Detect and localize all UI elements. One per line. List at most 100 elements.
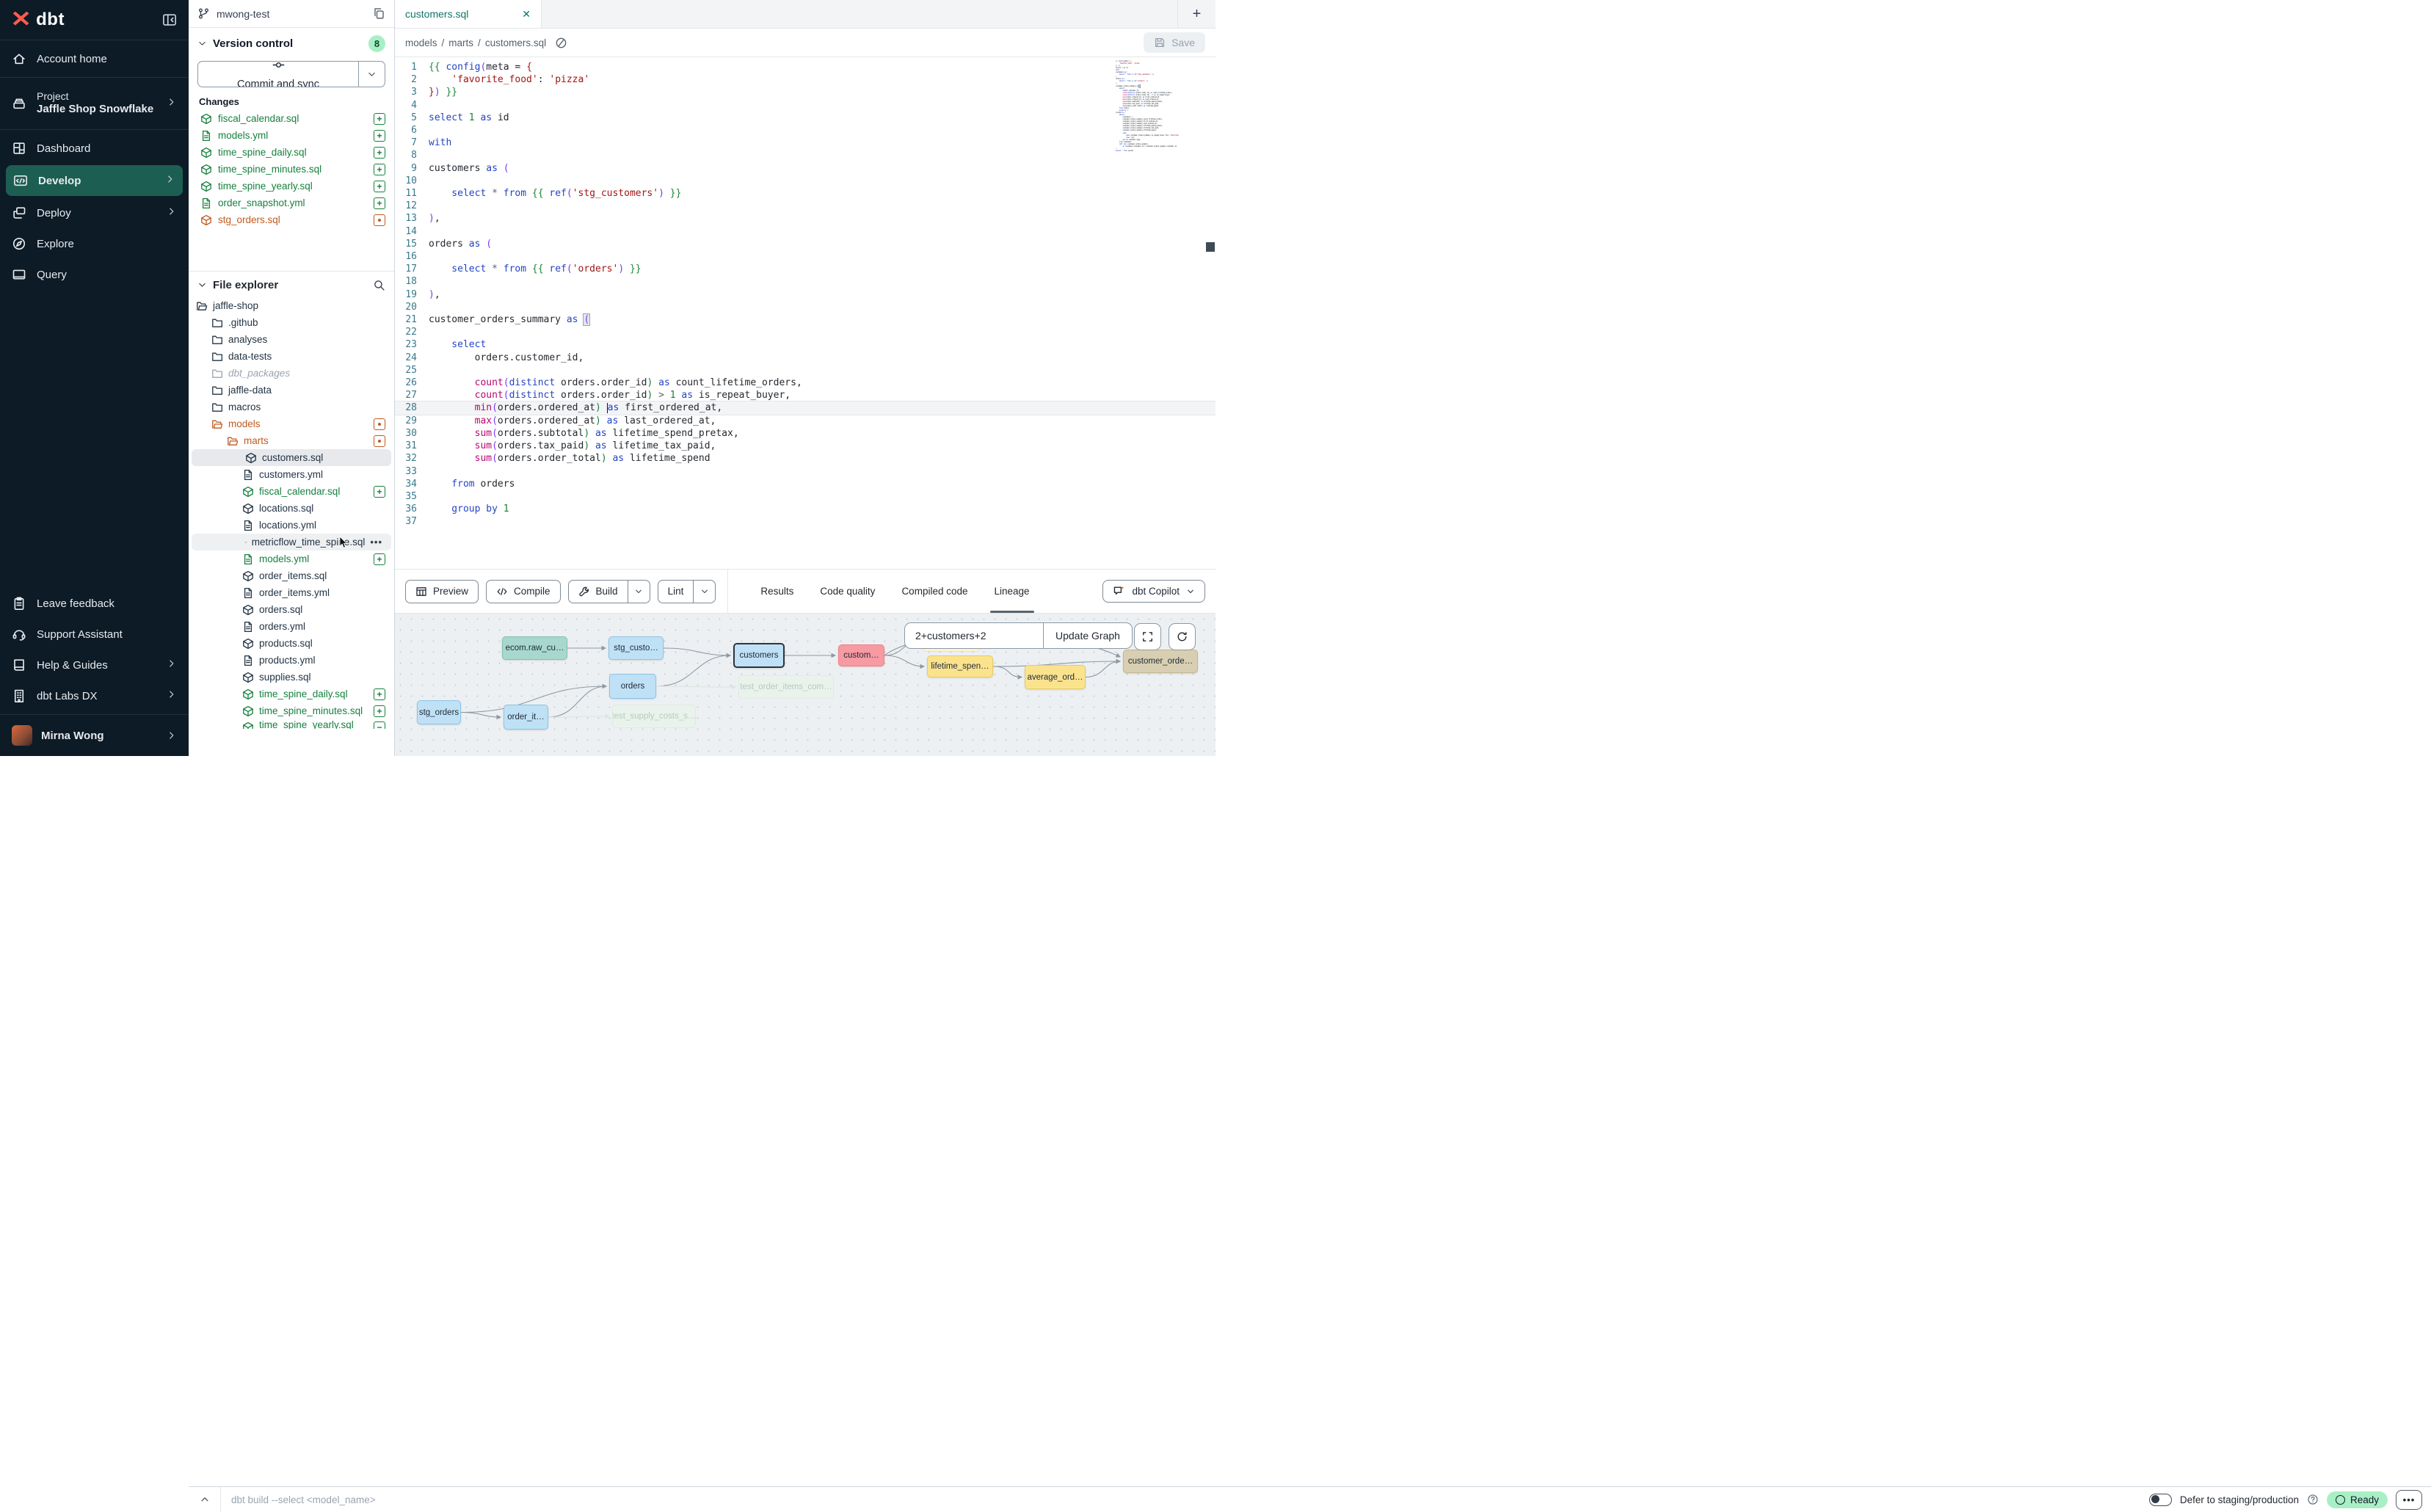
lineage-search-input[interactable]: 2+customers+2 bbox=[905, 623, 1043, 648]
lint-dropdown-button[interactable] bbox=[693, 581, 715, 603]
code-line-35[interactable]: 35 bbox=[395, 490, 1216, 503]
tree-item-fiscal-calendar-sql[interactable]: fiscal_calendar.sql+ bbox=[189, 483, 394, 500]
code-line-6[interactable]: 6 bbox=[395, 124, 1216, 137]
tree-item-metricflow-time-spine-sql[interactable]: metricflow_time_spine.sql••• bbox=[192, 534, 391, 550]
sidebar-item-dbt-labs-dx[interactable]: dbt Labs DX bbox=[0, 680, 189, 711]
code-line-5[interactable]: 5select 1 as id bbox=[395, 112, 1216, 124]
tree-item-locations-yml[interactable]: locations.yml bbox=[189, 517, 394, 534]
sidebar-item-develop[interactable]: Develop bbox=[6, 165, 183, 196]
changed-file-models.yml[interactable]: models.yml+ bbox=[189, 127, 394, 144]
sidebar-item-query[interactable]: Query bbox=[0, 259, 189, 290]
tree-item-products-yml[interactable]: products.yml bbox=[189, 652, 394, 669]
lineage-canvas[interactable]: 2+customers+2 Update Graph ecom.raw_cu…s… bbox=[395, 613, 1216, 756]
code-line-31[interactable]: 31 sum(orders.tax_paid) as lifetime_tax_… bbox=[395, 440, 1216, 452]
tree-item-time-spine-minutes-sql[interactable]: time_spine_minutes.sql+ bbox=[189, 702, 394, 719]
stage-file-button[interactable]: + bbox=[374, 705, 385, 717]
tab-results[interactable]: Results bbox=[760, 570, 793, 613]
lineage-node-orders[interactable]: orders bbox=[609, 674, 656, 699]
update-graph-button[interactable]: Update Graph bbox=[1043, 623, 1132, 648]
code-line-21[interactable]: 21customer_orders_summary as ( bbox=[395, 313, 1216, 326]
code-line-18[interactable]: 18 bbox=[395, 275, 1216, 288]
tree-item-time-spine-yearly-sql[interactable]: time_spine_yearly.sql− bbox=[189, 719, 394, 729]
lineage-node-ecom[interactable]: ecom.raw_cu… bbox=[502, 636, 567, 660]
code-line-1[interactable]: 1{{ config(meta = { bbox=[395, 61, 1216, 73]
commit-dropdown-button[interactable] bbox=[358, 62, 385, 87]
tree-item-models[interactable]: models bbox=[189, 415, 394, 432]
code-line-7[interactable]: 7with bbox=[395, 137, 1216, 149]
tree-item-customers-sql[interactable]: customers.sql bbox=[192, 449, 391, 466]
tree-item-locations-sql[interactable]: locations.sql bbox=[189, 500, 394, 517]
code-line-12[interactable]: 12 bbox=[395, 200, 1216, 212]
meta-icon[interactable] bbox=[555, 37, 567, 49]
tree-item-supplies-sql[interactable]: supplies.sql bbox=[189, 669, 394, 686]
sidebar-item-jaffle-shop-snowflake[interactable]: ProjectJaffle Shop Snowflake bbox=[0, 81, 189, 126]
tree-item-jaffle-data[interactable]: jaffle-data bbox=[189, 382, 394, 399]
tree-item-models-yml[interactable]: models.yml+ bbox=[189, 550, 394, 567]
stage-file-button[interactable]: + bbox=[374, 486, 385, 498]
sidebar-item-leave-feedback[interactable]: Leave feedback bbox=[0, 588, 189, 619]
lineage-node-stg_custo[interactable]: stg_custo… bbox=[608, 636, 664, 660]
code-line-23[interactable]: 23 select bbox=[395, 338, 1216, 351]
tree-item-marts[interactable]: marts bbox=[189, 432, 394, 449]
lineage-node-customers[interactable]: customers bbox=[733, 643, 785, 668]
changed-file-time_spine_yearly.sql[interactable]: time_spine_yearly.sql+ bbox=[189, 178, 394, 195]
sidebar-item-dashboard[interactable]: Dashboard bbox=[0, 133, 189, 164]
tree-item--github[interactable]: .github bbox=[189, 314, 394, 331]
refresh-graph-button[interactable] bbox=[1169, 623, 1196, 650]
code-line-3[interactable]: 3}) }} bbox=[395, 86, 1216, 98]
build-dropdown-button[interactable] bbox=[628, 581, 650, 603]
tree-item-order-items-sql[interactable]: order_items.sql bbox=[189, 567, 394, 584]
more-options-button[interactable]: ••• bbox=[2396, 1490, 2422, 1510]
sidebar-item-support-assistant[interactable]: Support Assistant bbox=[0, 619, 189, 650]
code-line-10[interactable]: 10 bbox=[395, 175, 1216, 187]
new-tab-button[interactable]: + bbox=[1177, 0, 1216, 28]
lineage-node-test_supply[interactable]: test_supply_costs_s… bbox=[612, 705, 696, 728]
code-line-32[interactable]: 32 sum(orders.order_total) as lifetime_s… bbox=[395, 452, 1216, 465]
code-line-4[interactable]: 4 bbox=[395, 99, 1216, 112]
tree-item-order-items-yml[interactable]: order_items.yml bbox=[189, 584, 394, 601]
stage-file-button[interactable]: + bbox=[374, 147, 385, 159]
save-button[interactable]: Save bbox=[1144, 32, 1205, 53]
code-line-2[interactable]: 2 'favorite_food': 'pizza' bbox=[395, 73, 1216, 86]
tree-item-jaffle-shop[interactable]: jaffle-shop bbox=[189, 297, 394, 314]
sidebar-collapse-icon[interactable] bbox=[162, 12, 177, 27]
sidebar-item-account-home[interactable]: Account home bbox=[0, 43, 189, 74]
sidebar-item-help-guides[interactable]: Help & Guides bbox=[0, 650, 189, 680]
changed-file-fiscal_calendar.sql[interactable]: fiscal_calendar.sql+ bbox=[189, 110, 394, 127]
tree-item-orders-sql[interactable]: orders.sql bbox=[189, 601, 394, 618]
tab-lineage[interactable]: Lineage bbox=[995, 570, 1030, 613]
changed-file-time_spine_daily.sql[interactable]: time_spine_daily.sql+ bbox=[189, 144, 394, 161]
breadcrumb-item[interactable]: marts bbox=[448, 37, 473, 48]
stage-file-button[interactable]: + bbox=[374, 688, 385, 700]
code-line-37[interactable]: 37 bbox=[395, 515, 1216, 528]
file-menu-button[interactable]: ••• bbox=[370, 537, 382, 548]
lineage-node-customer_orde[interactable]: customer_orde… bbox=[1123, 650, 1198, 673]
lineage-node-custom[interactable]: custom… bbox=[838, 644, 884, 666]
changed-file-stg_orders.sql[interactable]: stg_orders.sql bbox=[189, 211, 394, 228]
tree-item-time-spine-daily-sql[interactable]: time_spine_daily.sql+ bbox=[189, 686, 394, 702]
sidebar-item-deploy[interactable]: Deploy bbox=[0, 197, 189, 228]
command-input[interactable] bbox=[221, 1494, 2149, 1505]
tab-customers-sql[interactable]: customers.sql ✕ bbox=[395, 0, 542, 28]
code-line-24[interactable]: 24 orders.customer_id, bbox=[395, 352, 1216, 364]
tree-item-macros[interactable]: macros bbox=[189, 399, 394, 415]
code-line-9[interactable]: 9customers as ( bbox=[395, 162, 1216, 175]
code-line-34[interactable]: 34 from orders bbox=[395, 478, 1216, 490]
changed-file-time_spine_minutes.sql[interactable]: time_spine_minutes.sql+ bbox=[189, 161, 394, 178]
lineage-node-order_it[interactable]: order_it… bbox=[504, 705, 548, 730]
code-line-8[interactable]: 8 bbox=[395, 149, 1216, 161]
code-line-30[interactable]: 30 sum(orders.subtotal) as lifetime_spen… bbox=[395, 427, 1216, 440]
file-explorer-header[interactable]: File explorer bbox=[189, 272, 394, 297]
commit-and-sync-button[interactable]: Commit and sync bbox=[197, 61, 385, 87]
lineage-node-stg_orders[interactable]: stg_orders bbox=[417, 700, 461, 724]
editor-scrollbar[interactable] bbox=[1206, 242, 1215, 252]
tree-item-dbt-packages[interactable]: dbt_packages bbox=[189, 365, 394, 382]
help-question-icon[interactable] bbox=[2307, 1494, 2319, 1505]
code-line-13[interactable]: 13), bbox=[395, 212, 1216, 225]
code-line-14[interactable]: 14 bbox=[395, 225, 1216, 238]
version-control-header[interactable]: Version control 8 bbox=[189, 28, 394, 57]
stage-file-button[interactable]: + bbox=[374, 130, 385, 142]
tree-item-analyses[interactable]: analyses bbox=[189, 331, 394, 348]
tree-item-products-sql[interactable]: products.sql bbox=[189, 635, 394, 652]
user-menu[interactable]: Mirna Wong bbox=[0, 714, 189, 756]
